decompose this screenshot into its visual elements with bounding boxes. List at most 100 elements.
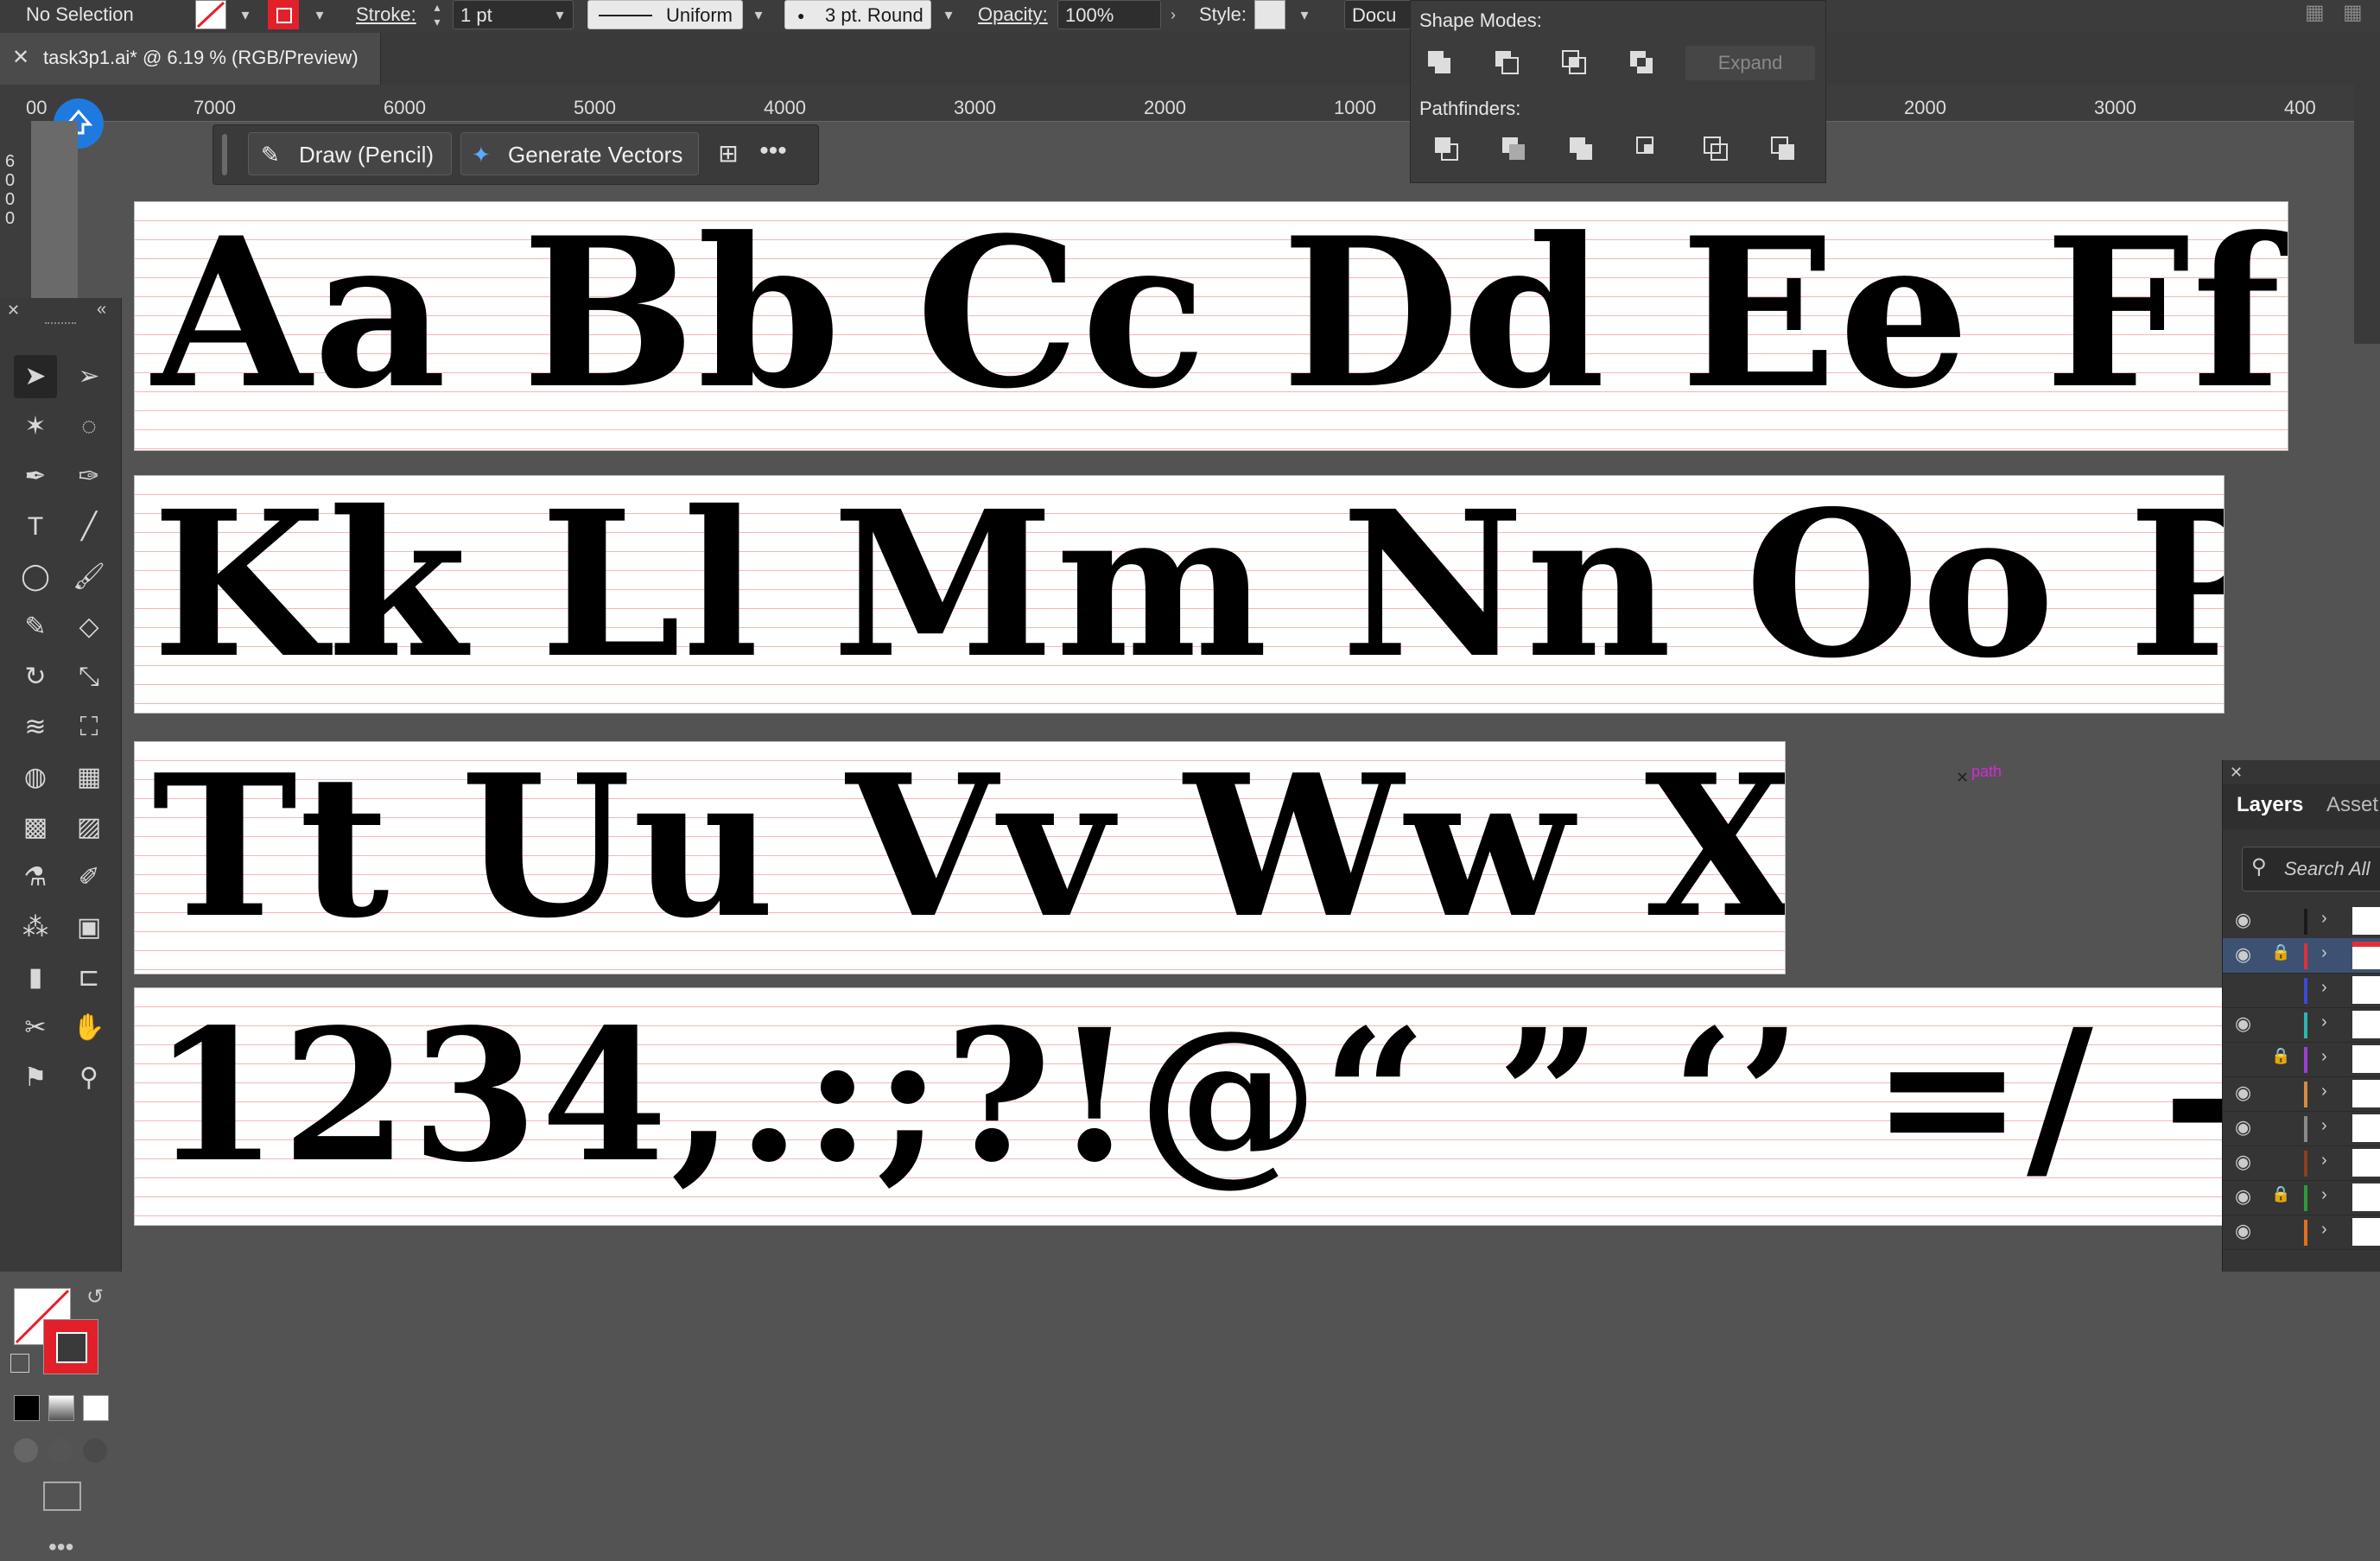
direct-selection-tool-icon[interactable]: ➢ [67,355,111,398]
opacity-field[interactable]: 100% [1057,0,1161,29]
slice-tool-icon[interactable]: ✂ [14,1006,57,1050]
ellipse-tool-icon[interactable]: ◯ [14,555,57,599]
default-colors-icon[interactable] [10,1354,29,1373]
lock-icon[interactable]: 🔒 [2271,1185,2290,1203]
visibility-eye-icon[interactable]: ◉ [2235,1116,2251,1139]
workspace-icon[interactable]: ▦ [2343,0,2363,25]
visibility-eye-icon[interactable]: ◉ [2235,1012,2251,1035]
close-tab-icon[interactable]: ✕ [12,45,29,70]
exclude-icon[interactable] [1628,49,1654,75]
artboard-tool-icon[interactable]: ⊏ [67,956,111,999]
place-image-icon[interactable]: ⊞ [709,132,747,175]
draw-inside-icon[interactable] [83,1438,107,1463]
lock-icon[interactable]: 🔒 [2271,1047,2290,1065]
screen-mode-icon[interactable] [43,1482,81,1511]
layer-row[interactable]: ◉ › [2223,1007,2380,1043]
blend-tool-icon[interactable]: ⚗ [14,856,57,899]
magic-wand-icon[interactable]: ✶ [14,405,57,448]
layer-row[interactable]: ◉ › [2223,904,2380,939]
minus-front-icon[interactable] [1494,49,1520,75]
expand-button[interactable]: Expand [1685,46,1815,80]
selection-tool-icon[interactable]: ➤ [14,355,57,398]
eyedropper-icon[interactable]: ✐ [67,856,111,899]
color-mode-icon[interactable] [14,1395,40,1421]
visibility-eye-icon[interactable]: ◉ [2235,1151,2251,1173]
artboard-row-1[interactable]: Aa Bb Cc Dd Ee Ff Gg Hh Ii Jj [134,201,2288,451]
curvature-tool-icon[interactable]: ✑ [67,455,111,498]
drag-grip-icon[interactable] [45,322,76,327]
shape-builder-icon[interactable]: ◍ [14,756,57,799]
stroke-profile-chevron-icon[interactable]: ▾ [745,0,772,29]
visibility-eye-icon[interactable]: ◉ [2235,1185,2251,1208]
none-mode-icon[interactable] [83,1395,109,1421]
stroke-color-swatch[interactable] [43,1319,98,1374]
tab-layers[interactable]: Layers [2237,793,2303,817]
style-chevron-icon[interactable]: ▾ [1291,0,1318,29]
stroke-chevron-icon[interactable]: ▾ [306,0,333,29]
unite-icon[interactable] [1426,49,1452,75]
opacity-chevron-icon[interactable]: › [1159,0,1187,29]
stroke-swatch[interactable] [268,0,299,29]
stroke-stepper-icon[interactable]: ▴ ▾ [427,0,447,29]
mesh-tool-icon[interactable]: ▩ [14,806,57,849]
edit-toolbar-more-icon[interactable]: ••• [48,1533,73,1561]
graphic-style-swatch[interactable] [1254,0,1285,29]
outline-icon[interactable] [1703,136,1729,162]
visibility-eye-icon[interactable]: ◉ [2235,1220,2251,1242]
more-options-icon[interactable]: ••• [754,132,792,175]
lasso-icon[interactable]: ◌ [67,405,111,448]
layer-row[interactable]: 🔒 › [2223,1042,2380,1077]
layer-row[interactable]: ◉ › [2223,1111,2380,1146]
scale-tool-icon[interactable]: ⤡ [67,656,111,699]
fill-chevron-icon[interactable]: ▾ [232,0,259,29]
fill-swatch[interactable] [195,0,226,29]
gradient-tool-icon[interactable]: ▨ [67,806,111,849]
arrange-documents-icon[interactable]: ▦ [2305,0,2325,25]
divide-icon[interactable] [1433,136,1459,162]
draw-pencil-button[interactable]: ✎ Draw (Pencil) [248,132,452,175]
intersect-icon[interactable] [1561,49,1587,75]
graph-tool-icon[interactable]: ▮ [14,956,57,999]
minus-back-icon[interactable] [1770,136,1796,162]
collapse-panel-icon[interactable]: « [97,300,106,320]
horizontal-ruler[interactable]: 00 7000 6000 5000 4000 3000 2000 1000 20… [0,85,2380,122]
artboard-row-2[interactable]: Kk Ll Mm Nn Oo Pp Qq Rr Ss [134,475,2225,714]
tab-assets[interactable]: Asset [2326,793,2378,817]
opacity-label[interactable]: Opacity: [978,3,1048,26]
expand-layer-chevron-icon[interactable]: › [2321,1116,2327,1136]
live-paint-icon[interactable]: ▣ [67,906,111,949]
close-panel-icon[interactable]: ✕ [7,301,20,320]
visibility-eye-icon[interactable]: ◉ [2235,1082,2251,1104]
paintbrush-icon[interactable]: 🖌 [67,555,111,599]
line-tool-icon[interactable]: ╱ [67,505,111,549]
free-transform-icon[interactable]: ⛶ [67,706,111,749]
stroke-label[interactable]: Stroke: [356,3,416,26]
expand-layer-chevron-icon[interactable]: › [2321,1185,2327,1205]
crop-icon[interactable] [1635,136,1661,162]
shaper-tool-icon[interactable]: ✎ [14,606,57,649]
trim-icon[interactable] [1501,136,1526,162]
layer-row[interactable]: › [2223,973,2380,1008]
stroke-profile-field[interactable]: Uniform [587,0,743,29]
expand-layer-chevron-icon[interactable]: › [2321,1220,2327,1240]
expand-layer-chevron-icon[interactable]: › [2321,978,2327,998]
layer-row[interactable]: ◉ 🔒 › [2223,938,2380,974]
symbol-sprayer-icon[interactable]: ⁂ [14,906,57,949]
draw-behind-icon[interactable] [48,1438,73,1463]
layers-search-input[interactable]: ⚲ Search All [2242,847,2380,892]
pen-tool-icon[interactable]: ✒ [14,455,57,498]
expand-layer-chevron-icon[interactable]: › [2321,1047,2327,1067]
lock-icon[interactable]: 🔒 [2271,943,2290,961]
brush-chevron-icon[interactable]: ▾ [935,0,962,29]
warp-tool-icon[interactable]: ≋ [14,706,57,749]
type-tool-icon[interactable]: T [14,505,57,549]
artboard-row-4[interactable]: 1234,.:;?!@“ ” ‘’ =/ - #()€ [134,987,2223,1226]
expand-layer-chevron-icon[interactable]: › [2321,909,2327,929]
layer-row[interactable]: ◉ › [2223,1145,2380,1181]
rotate-tool-icon[interactable]: ↻ [14,656,57,699]
gradient-mode-icon[interactable] [48,1395,74,1421]
brush-field[interactable]: ● 3 pt. Round [784,0,931,29]
zoom-tool-icon[interactable]: ⚲ [67,1057,111,1100]
generate-vectors-button[interactable]: ✦ Generate Vectors [460,132,699,175]
artboard-row-3[interactable]: Tt Uu Vv Ww Xx Yy Zz [134,741,1786,974]
